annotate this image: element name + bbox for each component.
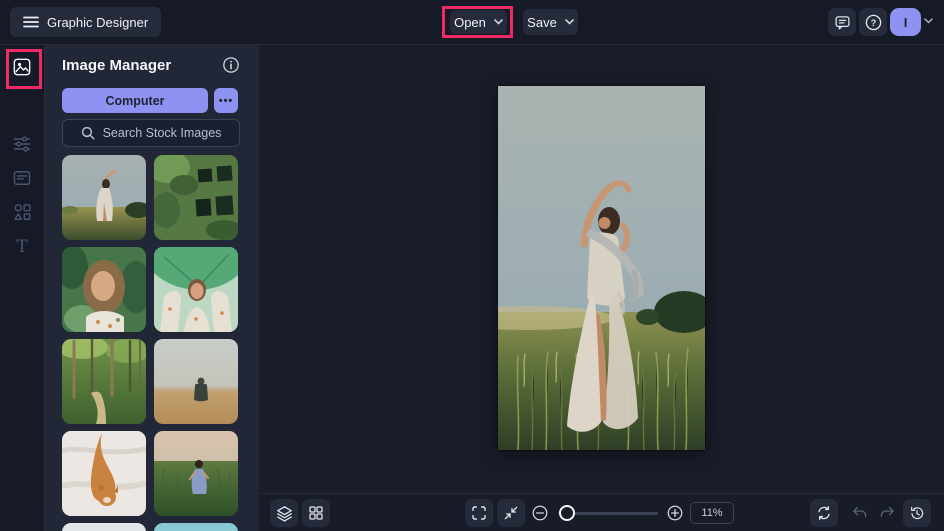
svg-text:T: T: [16, 237, 27, 256]
canvas-photo[interactable]: [498, 86, 705, 450]
help-icon: ?: [864, 13, 883, 32]
thumbnail-grid: [62, 155, 240, 531]
info-button[interactable]: [221, 55, 241, 75]
chevron-down-icon: [494, 19, 503, 25]
zoom-out-button[interactable]: [526, 499, 554, 527]
pages-button[interactable]: [302, 499, 330, 527]
feedback-button[interactable]: [828, 8, 856, 36]
computer-upload-label: Computer: [105, 93, 165, 108]
zoom-level-value: 11%: [701, 507, 723, 519]
refresh-icon: [816, 505, 832, 521]
image-thumbnail[interactable]: [154, 247, 238, 332]
stock-search-input[interactable]: Search Stock Images: [62, 119, 240, 147]
shapes-icon: [12, 202, 32, 222]
computer-upload-button[interactable]: Computer: [62, 88, 208, 113]
fit-to-screen-icon: [503, 505, 519, 521]
more-sources-button[interactable]: •••: [214, 88, 238, 113]
svg-text:?: ?: [870, 17, 876, 27]
sidebar-item-templates[interactable]: [12, 168, 32, 188]
history-icon: [909, 505, 925, 521]
layers-button[interactable]: [270, 499, 298, 527]
image-thumbnail[interactable]: [62, 339, 146, 424]
help-button[interactable]: ?: [859, 8, 887, 36]
search-placeholder: Search Stock Images: [102, 126, 222, 140]
graphic-designer-app: Graphic Designer Open Save ? I T Image M…: [0, 0, 944, 531]
chevron-down-icon: [565, 19, 574, 25]
image-thumbnail[interactable]: [62, 431, 146, 516]
tool-rail: T: [0, 44, 45, 531]
layers-icon: [276, 505, 293, 522]
fit-to-screen-button[interactable]: [497, 499, 525, 527]
panel-title: Image Manager: [62, 57, 172, 74]
redo-button[interactable]: [873, 499, 901, 527]
image-thumbnail[interactable]: [62, 155, 146, 240]
card-icon: [12, 168, 32, 188]
image-thumbnail[interactable]: [154, 523, 238, 531]
comment-icon: [834, 14, 851, 31]
save-button[interactable]: Save: [523, 9, 578, 35]
fullscreen-button[interactable]: [465, 499, 493, 527]
ellipsis-icon: •••: [218, 94, 234, 107]
sidebar-item-graphics[interactable]: [12, 202, 32, 222]
sliders-icon: [12, 134, 32, 154]
zoom-level-input[interactable]: 11%: [690, 502, 734, 524]
app-menu-label: Graphic Designer: [47, 14, 149, 30]
account-chevron-down-icon[interactable]: [924, 18, 933, 24]
open-button[interactable]: Open: [450, 10, 507, 34]
account-avatar[interactable]: I: [890, 8, 921, 36]
zoom-slider-knob[interactable]: [559, 505, 575, 521]
grid-icon: [308, 505, 324, 521]
history-button[interactable]: [903, 499, 931, 527]
reset-button[interactable]: [810, 499, 838, 527]
image-thumbnail[interactable]: [62, 247, 146, 332]
undo-button[interactable]: [845, 499, 873, 527]
image-manager-panel: Image Manager Computer ••• Search Stock …: [44, 44, 259, 531]
hamburger-icon: [23, 16, 39, 28]
image-thumbnail[interactable]: [62, 523, 146, 531]
app-menu-button[interactable]: Graphic Designer: [10, 7, 162, 37]
save-label: Save: [527, 14, 557, 30]
zoom-in-button[interactable]: [661, 499, 689, 527]
sidebar-item-text[interactable]: T: [12, 236, 32, 256]
sidebar-item-image-manager[interactable]: [12, 57, 32, 77]
top-bar: Graphic Designer Open Save ? I: [0, 0, 944, 45]
sidebar-item-edit[interactable]: [12, 134, 32, 154]
avatar-initial: I: [903, 14, 908, 30]
open-label: Open: [454, 14, 486, 30]
bottom-toolbar: 11%: [259, 493, 944, 531]
text-icon: T: [12, 236, 32, 256]
image-thumbnail[interactable]: [154, 155, 238, 240]
search-icon: [81, 126, 95, 140]
image-thumbnail[interactable]: [154, 431, 238, 516]
image-thumbnail[interactable]: [154, 339, 238, 424]
fullscreen-icon: [471, 505, 487, 521]
image-icon: [12, 57, 32, 77]
